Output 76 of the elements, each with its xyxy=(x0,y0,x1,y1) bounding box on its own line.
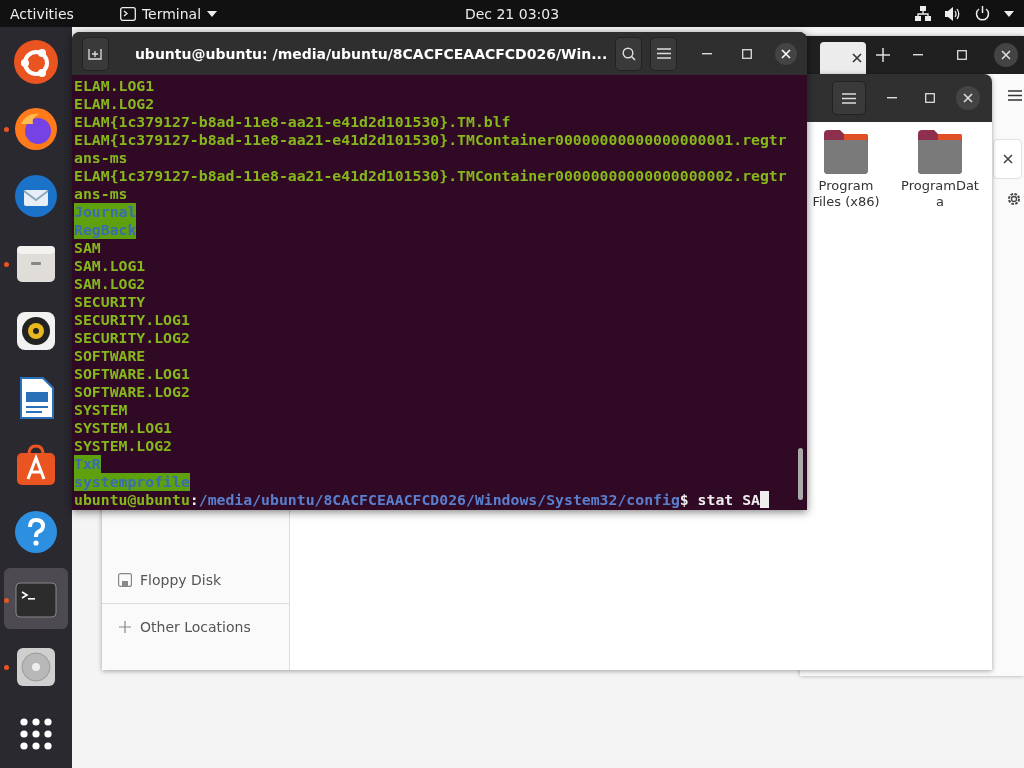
output-line: ans-ms xyxy=(74,149,128,167)
command-text: $ stat SA xyxy=(679,491,760,509)
new-tab-icon xyxy=(88,47,103,60)
caret-icon[interactable] xyxy=(1004,10,1014,17)
maximize-icon xyxy=(742,48,752,59)
directory-name: TxR xyxy=(74,455,101,473)
caret-icon xyxy=(207,10,218,17)
folder-item[interactable]: Program Files (x86) xyxy=(806,130,886,210)
output-line: ELAM.LOG2 xyxy=(74,95,155,113)
output-line: ans-ms xyxy=(74,185,128,203)
output-line: SAM xyxy=(74,239,101,257)
close-icon xyxy=(1002,154,1013,164)
floppy-icon xyxy=(118,573,132,587)
network-icon[interactable] xyxy=(915,6,931,21)
app-menu[interactable]: Terminal xyxy=(119,5,218,22)
power-icon[interactable] xyxy=(975,6,990,21)
sidebar-item[interactable]: Floppy Disk xyxy=(102,558,289,602)
close-button[interactable] xyxy=(775,42,797,65)
menu-icon xyxy=(1008,90,1022,101)
output-line: ELAM.LOG1 xyxy=(74,77,155,95)
output-line: SAM.LOG2 xyxy=(74,275,146,293)
app-name: Terminal xyxy=(141,5,202,22)
prompt-user: ubuntu@ubuntu xyxy=(74,491,190,509)
close-button[interactable] xyxy=(956,86,980,110)
new-tab-button[interactable] xyxy=(82,36,109,71)
clock[interactable]: Dec 21 03:03 xyxy=(464,5,560,22)
prompt-path: /media/ubuntu/8CACFCEAACFCD026/Windows/System32/config xyxy=(198,491,680,509)
gear-icon[interactable] xyxy=(1006,191,1022,207)
minimize-icon xyxy=(913,54,923,56)
plus-icon xyxy=(118,620,132,634)
folder-icon xyxy=(916,130,964,174)
close-icon xyxy=(852,53,862,63)
search-button[interactable] xyxy=(615,36,643,71)
close-icon xyxy=(1001,50,1011,60)
close-button[interactable] xyxy=(994,43,1018,67)
output-line: SOFTWARE.LOG1 xyxy=(74,365,190,383)
help-icon xyxy=(13,509,59,556)
close-icon xyxy=(781,48,791,59)
maximize-icon xyxy=(925,93,935,103)
menu-button[interactable] xyxy=(832,81,866,115)
minimize-icon xyxy=(887,97,897,99)
close-icon xyxy=(963,93,973,103)
scrollbar[interactable] xyxy=(798,448,803,500)
sidebar-item[interactable]: Other Locations xyxy=(102,605,289,649)
output-line: SYSTEM xyxy=(74,401,128,419)
volume-icon[interactable] xyxy=(945,6,961,21)
browser-tab[interactable] xyxy=(820,42,866,74)
directory-name: systemprofile xyxy=(74,473,190,491)
output-line: ELAM{1c379127-b8ad-11e8-aa21-e41d2d101530}.TMContainer00000000000000000001.regtr xyxy=(74,131,787,149)
prompt-separator: : xyxy=(189,491,199,509)
output-line: SECURITY xyxy=(74,293,146,311)
maximize-icon xyxy=(957,50,967,60)
minimize-icon xyxy=(702,52,712,55)
app-grid-icon xyxy=(19,717,53,752)
output-line: SOFTWARE.LOG2 xyxy=(74,383,190,401)
output-line: SYSTEM.LOG2 xyxy=(74,437,172,455)
directory-name: Journal xyxy=(74,203,137,221)
output-line: SOFTWARE xyxy=(74,347,146,365)
plus-icon[interactable] xyxy=(876,48,890,62)
menu-icon xyxy=(656,48,671,59)
folder-item[interactable]: ProgramData xyxy=(900,130,980,210)
output-line: ELAM{1c379127-b8ad-11e8-aa21-e41d2d101530}.TM.blf xyxy=(74,113,511,131)
text-cursor xyxy=(760,491,769,508)
menu-button[interactable] xyxy=(650,36,677,71)
window-title: ubuntu@ubuntu: /media/ubuntu/8CACFCEAACFCD026/Win... xyxy=(134,45,608,62)
activities-button[interactable]: Activities xyxy=(10,5,74,22)
terminal-icon xyxy=(119,6,136,21)
menu-icon xyxy=(842,92,856,104)
output-line: SECURITY.LOG1 xyxy=(74,311,190,329)
output-line: ELAM{1c379127-b8ad-11e8-aa21-e41d2d101530}.TMContainer00000000000000000002.regtr xyxy=(74,167,787,185)
folder-icon xyxy=(822,130,870,174)
search-icon xyxy=(621,46,636,61)
output-line: SECURITY.LOG2 xyxy=(74,329,190,347)
output-line: SAM.LOG1 xyxy=(74,257,146,275)
directory-name: RegBack xyxy=(74,221,137,239)
output-line: SYSTEM.LOG1 xyxy=(74,419,172,437)
